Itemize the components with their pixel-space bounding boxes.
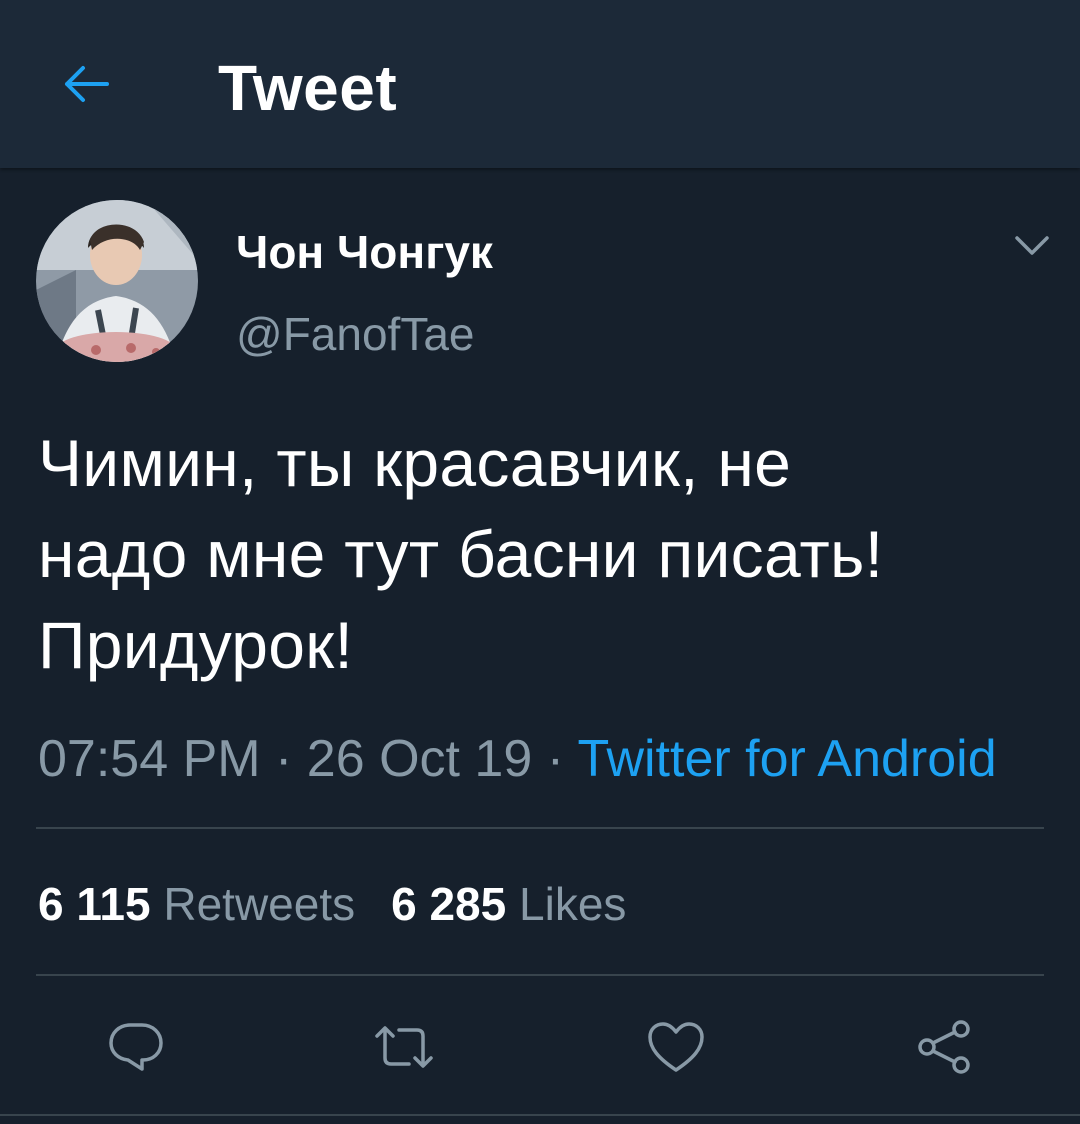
likes-stat[interactable]: 6 285 Likes (391, 878, 626, 930)
back-button[interactable] (50, 48, 122, 120)
tweet-date: 26 Oct 19 (306, 730, 533, 788)
tweet-menu-button[interactable] (1006, 224, 1058, 268)
like-icon (648, 1022, 704, 1072)
likes-count: 6 285 (391, 878, 507, 930)
meta-separator: · (532, 730, 578, 788)
tweet-time: 07:54 PM (38, 730, 261, 788)
reply-button[interactable] (101, 1012, 171, 1082)
profile-photo (36, 200, 198, 362)
share-icon (918, 1020, 970, 1074)
retweets-stat[interactable]: 6 115 Retweets (38, 878, 355, 930)
tweet-metadata: 07:54 PM · 26 Oct 19 · Twitter for Andro… (38, 728, 997, 790)
meta-separator: · (260, 730, 307, 788)
arrow-left-icon (65, 66, 109, 102)
divider (36, 827, 1044, 829)
tweet-text: Чимин, ты красавчик, не надо мне тут бас… (38, 418, 1058, 691)
chevron-down-icon (1015, 236, 1049, 255)
tweet-text-line: Чимин, ты красавчик, не (38, 426, 792, 500)
tweet-stats: 6 115 Retweets 6 285 Likes (38, 876, 626, 932)
retweets-label: Retweets (163, 878, 356, 930)
tweet-source-link[interactable]: Twitter for Android (578, 730, 997, 788)
divider (36, 974, 1044, 976)
tweet-text-line: надо мне тут басни писать! (38, 517, 884, 591)
divider (0, 1114, 1080, 1116)
avatar[interactable] (36, 200, 198, 362)
retweets-count: 6 115 (38, 878, 151, 930)
share-button[interactable] (909, 1012, 979, 1082)
tweet-text-line: Придурок! (38, 608, 354, 682)
like-button[interactable] (641, 1012, 711, 1082)
author-handle[interactable]: @FanofTae (236, 306, 475, 362)
reply-icon (109, 1023, 163, 1071)
page-title: Tweet (218, 52, 398, 124)
author-display-name[interactable]: Чон Чонгук (236, 224, 493, 280)
likes-label: Likes (519, 878, 627, 930)
top-app-bar: Tweet (0, 0, 1080, 168)
retweet-icon (375, 1026, 433, 1068)
retweet-button[interactable] (369, 1012, 439, 1082)
